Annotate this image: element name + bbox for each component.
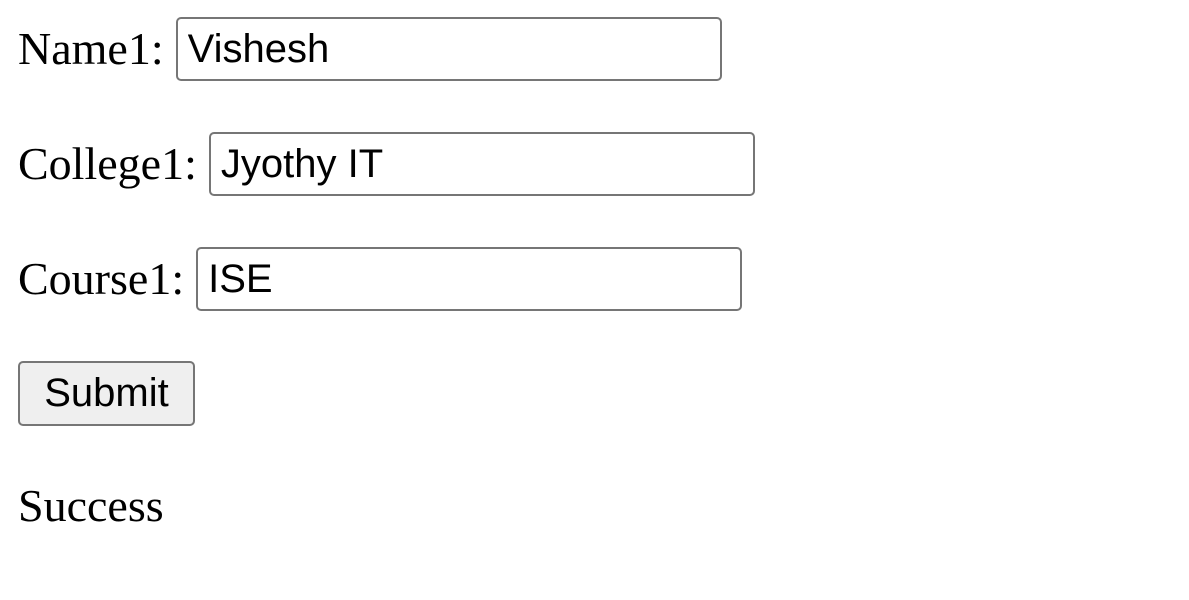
college-input[interactable] — [208, 132, 755, 196]
college-label: College1: — [18, 138, 197, 189]
name-input[interactable] — [175, 17, 722, 81]
course-label: Course1: — [18, 253, 185, 304]
name-label: Name1: — [18, 23, 164, 74]
course-row: Course1: — [18, 247, 743, 311]
course-input[interactable] — [196, 247, 743, 311]
name-row: Name1: — [18, 17, 722, 81]
college-row: College1: — [18, 132, 755, 196]
status-message: Success — [18, 480, 164, 531]
submit-button[interactable]: Submit — [18, 361, 195, 426]
